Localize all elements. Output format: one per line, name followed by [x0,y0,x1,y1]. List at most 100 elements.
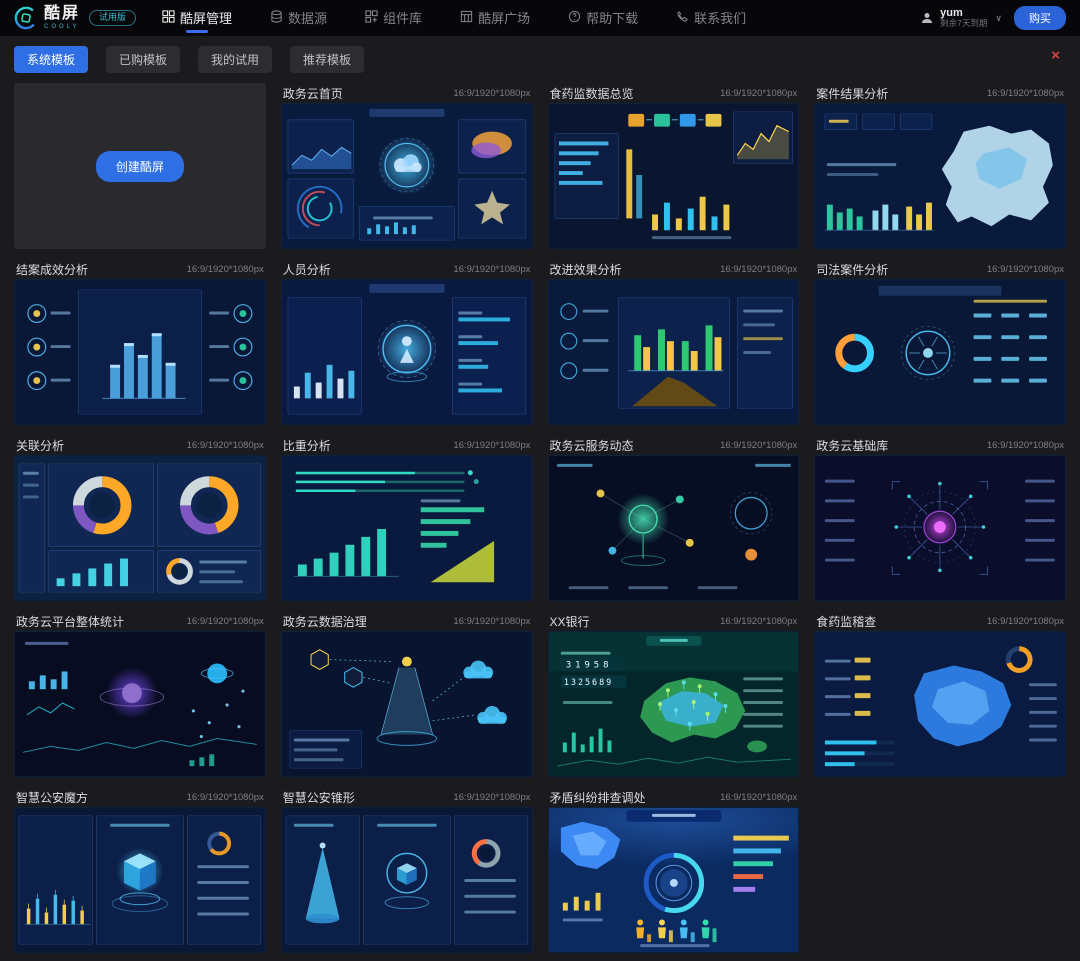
user-menu[interactable]: yum 剩余7天到期 ∨ [920,7,1002,29]
svg-text:31958: 31958 [565,661,612,671]
template-card-xx-bank[interactable]: XX银行16:9/1920*1080px319581325689 [548,611,800,777]
template-thumbnail[interactable]: 31958 1325689 [548,631,800,777]
template-card-head: 政务云服务动态 16:9/1920*1080px [548,435,800,455]
template-size: 16:9/1920*1080px [453,88,530,99]
template-card-data-gov[interactable]: 政务云数据治理 16:9/1920*1080px [281,611,533,777]
nav-item-data-source[interactable]: 数据源 [270,3,327,33]
app-logo-icon [14,6,38,30]
template-thumbnail[interactable] [814,631,1066,777]
template-title: 政务云数据治理 [283,613,367,630]
template-thumbnail[interactable] [548,807,800,953]
template-size: 16:9/1920*1080px [453,792,530,803]
template-size: 16:9/1920*1080px [453,616,530,627]
template-card-case-closure[interactable]: 结案成效分析16:9/1920*1080px [14,259,266,425]
template-card-head: 人员分析16:9/1920*1080px [281,259,533,279]
template-card-head: 食药监稽查16:9/1920*1080px [814,611,1066,631]
template-title: 比重分析 [283,437,331,454]
template-title: 政务云服务动态 [550,437,634,454]
template-card-head: 政务云平台整体统计16:9/1920*1080px [14,611,266,631]
main-nav: 酷屏管理 数据源 组件库 酷屏广场 帮助下载 联系我们 [162,3,746,33]
template-card-gov-home[interactable]: 政务云首页16:9/1920*1080px [281,83,533,249]
template-title: 智慧公安魔方 [16,789,88,806]
template-card-proportion[interactable]: 比重分析16:9/1920*1080px [281,435,533,601]
template-card-correlation[interactable]: 关联分析16:9/1920*1080px [14,435,266,601]
user-icon [920,11,934,25]
help-icon [568,10,581,26]
tab-my-trials[interactable]: 我的试用 [198,46,272,73]
nav-item-screen-market[interactable]: 酷屏广场 [460,3,530,33]
app-subtitle: COOLY [44,24,80,30]
template-title: 关联分析 [16,437,64,454]
nav-active-underline [383,30,405,33]
buy-button[interactable]: 购买 [1014,6,1066,30]
template-card-head: 智慧公安魔方16:9/1920*1080px [14,787,266,807]
template-size: 16:9/1920*1080px [453,264,530,275]
template-card-conflict[interactable]: 矛盾纠纷排查调处16:9/1920*1080px [548,787,800,953]
template-title: 智慧公安锥形 [283,789,355,806]
template-thumbnail[interactable] [814,279,1066,425]
svg-text:1325689: 1325689 [563,677,612,687]
template-thumbnail[interactable] [548,103,800,249]
template-thumbnail[interactable] [548,279,800,425]
template-size: 16:9/1920*1080px [720,264,797,275]
create-screen-card[interactable]: 创建酷屏 [14,83,266,249]
template-title: XX银行 [550,613,590,630]
nav-item-help-download[interactable]: 帮助下载 [568,3,638,33]
template-thumbnail[interactable] [14,631,266,777]
template-tabs: 系统模板已购模板我的试用推荐模板 [14,46,364,73]
tab-system-templates[interactable]: 系统模板 [14,46,88,73]
grid-icon [162,10,175,26]
template-thumbnail[interactable] [548,455,800,601]
template-size: 16:9/1920*1080px [720,88,797,99]
template-card-judicial[interactable]: 司法案件分析16:9/1920*1080px [814,259,1066,425]
nav-item-label: 组件库 [383,8,422,27]
tab-purchased-templates[interactable]: 已购模板 [106,46,180,73]
user-subscription-status: 剩余7天到期 [940,19,987,29]
components-icon [365,10,378,26]
create-screen-button[interactable]: 创建酷屏 [96,151,184,182]
template-card-improvement[interactable]: 改进效果分析16:9/1920*1080px [548,259,800,425]
template-card-inspection[interactable]: 食药监稽查16:9/1920*1080px [814,611,1066,777]
nav-item-screen-management[interactable]: 酷屏管理 [162,3,232,33]
template-thumbnail[interactable] [281,631,533,777]
nav-active-underline [700,30,722,33]
close-icon[interactable]: × [1051,48,1060,63]
template-card-service-dynamic[interactable]: 政务云服务动态 16:9/1920*1080px [548,435,800,601]
app-logo: 酷屏 COOLY [14,6,80,30]
template-title: 食药监数据总览 [550,85,634,102]
template-thumbnail[interactable] [281,103,533,249]
database-icon [270,10,283,26]
template-card-head: 司法案件分析16:9/1920*1080px [814,259,1066,279]
template-card-personnel[interactable]: 人员分析16:9/1920*1080px [281,259,533,425]
template-card-food-drug[interactable]: 食药监数据总览 16:9/1920*1080px [548,83,800,249]
nav-active-underline [484,30,506,33]
template-size: 16:9/1920*1080px [987,88,1064,99]
template-card-base-lib[interactable]: 政务云基础库16:9/1920*1080px [814,435,1066,601]
template-size: 16:9/1920*1080px [720,440,797,451]
template-title: 司法案件分析 [816,261,888,278]
template-title: 食药监稽查 [816,613,876,630]
template-thumbnail[interactable] [281,455,533,601]
tab-recommended-templates[interactable]: 推荐模板 [290,46,364,73]
template-thumbnail[interactable] [281,279,533,425]
template-card-police-cone[interactable]: 智慧公安锥形 16:9/1920*1080px [281,787,533,953]
template-card-head: 政务云首页16:9/1920*1080px [281,83,533,103]
template-grid: 创建酷屏 政务云首页16:9/1920*1080px 食药监数据总览 16:9/19… [0,81,1080,961]
chevron-down-icon: ∨ [995,13,1002,24]
template-thumbnail[interactable] [14,807,266,953]
template-thumbnail[interactable] [814,455,1066,601]
template-card-police-cube[interactable]: 智慧公安魔方16:9/1920*1080px [14,787,266,953]
template-card-platform-stats[interactable]: 政务云平台整体统计16:9/1920*1080px [14,611,266,777]
template-card-case-result[interactable]: 案件结果分析16:9/1920*1080px [814,83,1066,249]
template-thumbnail[interactable] [14,455,266,601]
template-thumbnail[interactable] [14,279,266,425]
nav-item-contact-us[interactable]: 联系我们 [676,3,746,33]
template-thumbnail[interactable] [281,807,533,953]
template-title: 结案成效分析 [16,261,88,278]
nav-item-component-library[interactable]: 组件库 [365,3,422,33]
nav-item-label: 酷屏管理 [180,8,232,27]
template-thumbnail[interactable] [814,103,1066,249]
nav-item-label: 联系我们 [694,8,746,27]
template-card-head: 食药监数据总览 16:9/1920*1080px [548,83,800,103]
template-card-head: 智慧公安锥形 16:9/1920*1080px [281,787,533,807]
